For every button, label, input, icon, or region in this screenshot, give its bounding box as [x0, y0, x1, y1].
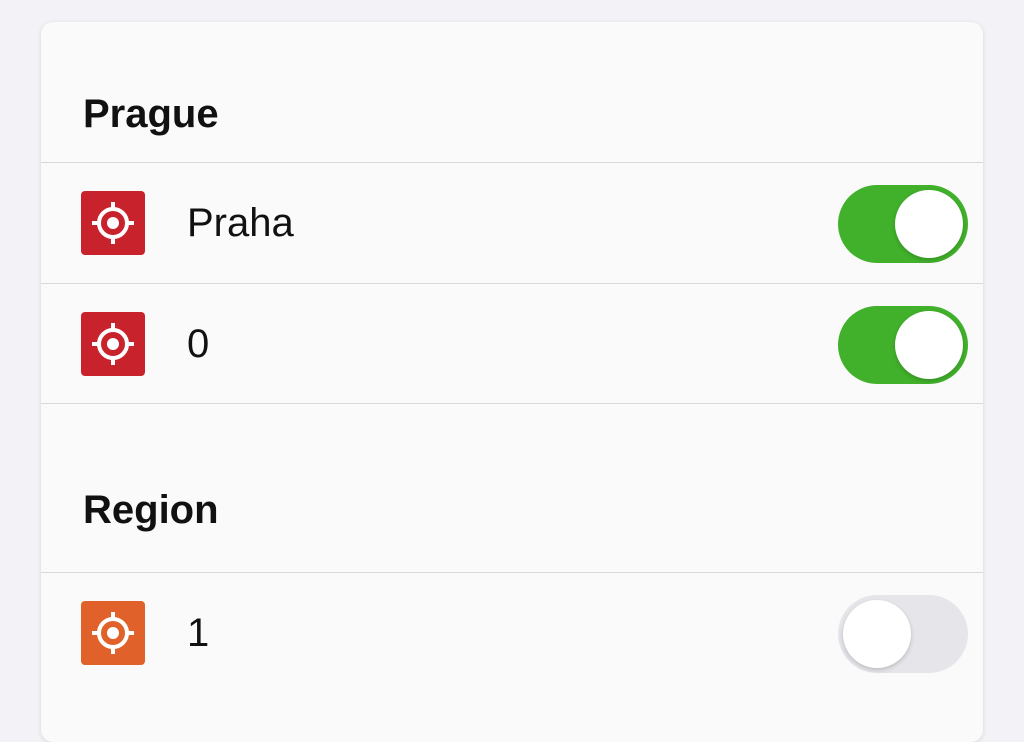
- crosshair-icon: [81, 601, 145, 665]
- toggle-switch-praha[interactable]: [838, 185, 968, 263]
- settings-card: Prague Praha 0 Region 1: [41, 22, 983, 742]
- toggle-switch-0[interactable]: [838, 306, 968, 384]
- toggle-knob: [843, 600, 911, 668]
- toggle-knob: [895, 190, 963, 258]
- list-item-label: 0: [187, 322, 210, 366]
- section-header-region: Region: [83, 488, 219, 532]
- list-item-label: 1: [187, 611, 210, 655]
- list-item-label: Praha: [187, 201, 294, 245]
- toggle-knob: [895, 311, 963, 379]
- divider: [41, 403, 983, 404]
- list-item-praha[interactable]: Praha: [41, 163, 983, 283]
- list-item-1[interactable]: 1: [41, 573, 983, 693]
- toggle-switch-1[interactable]: [838, 595, 968, 673]
- crosshair-icon: [81, 191, 145, 255]
- crosshair-icon: [81, 312, 145, 376]
- section-header-prague: Prague: [83, 92, 219, 136]
- list-item-0[interactable]: 0: [41, 284, 983, 404]
